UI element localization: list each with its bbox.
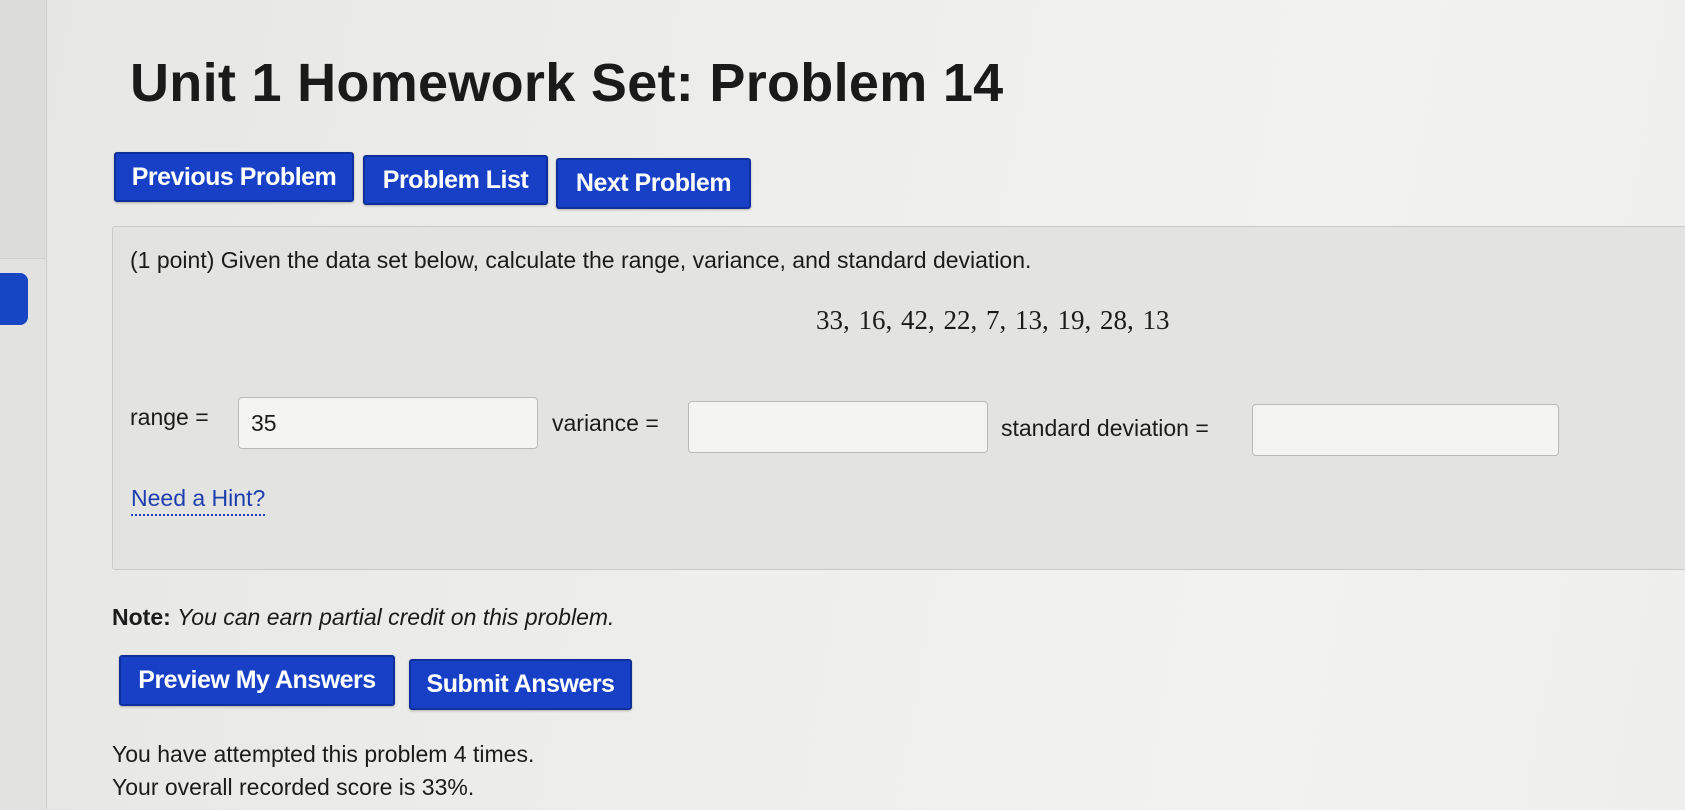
- previous-problem-button[interactable]: Previous Problem: [114, 152, 354, 202]
- note-text: You can earn partial credit on this prob…: [177, 604, 615, 630]
- next-problem-button[interactable]: Next Problem: [556, 158, 751, 209]
- page-title: Unit 1 Homework Set: Problem 14: [130, 53, 1004, 113]
- standard-deviation-label: standard deviation =: [1001, 415, 1209, 441]
- preview-answers-button[interactable]: Preview My Answers: [119, 655, 395, 706]
- data-set-values: 33, 16, 42, 22, 7, 13, 19, 28, 13: [816, 305, 1170, 335]
- note-label: Note:: [112, 604, 171, 630]
- range-label: range =: [130, 404, 209, 430]
- attempts-status: You have attempted this problem 4 times.: [112, 741, 535, 767]
- score-status: Your overall recorded score is 33%.: [112, 774, 475, 800]
- variance-input[interactable]: [688, 401, 988, 453]
- standard-deviation-input[interactable]: [1252, 404, 1559, 456]
- sidebar-toggle-tab[interactable]: [0, 273, 28, 325]
- need-a-hint-link[interactable]: Need a Hint?: [131, 485, 266, 516]
- submit-answers-button[interactable]: Submit Answers: [409, 659, 632, 710]
- variance-label: variance =: [552, 410, 659, 436]
- problem-list-button[interactable]: Problem List: [363, 155, 548, 205]
- left-sidebar-panel: [0, 258, 46, 810]
- partial-credit-note: Note: You can earn partial credit on thi…: [112, 604, 614, 631]
- range-input[interactable]: [238, 397, 538, 449]
- problem-prompt: (1 point) Given the data set below, calc…: [130, 247, 1032, 273]
